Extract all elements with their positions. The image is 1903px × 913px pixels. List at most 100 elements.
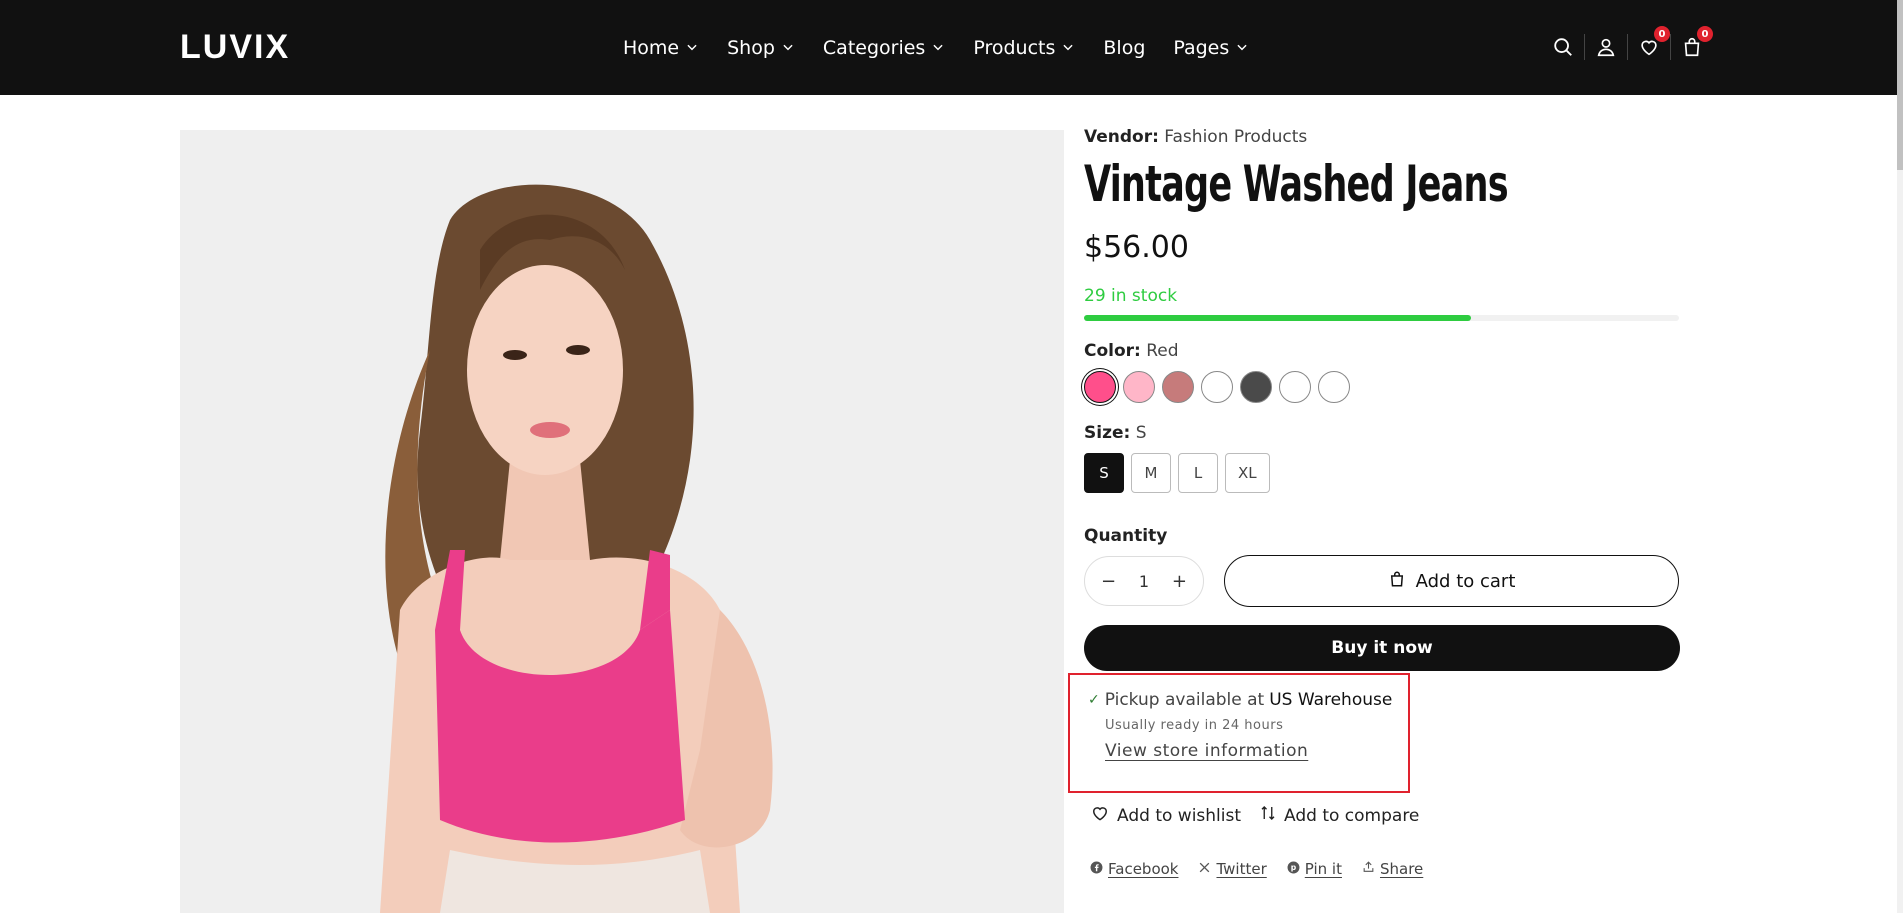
- color-swatch[interactable]: [1201, 371, 1233, 403]
- quantity-label: Quantity: [1084, 526, 1168, 546]
- product-title: Vintage Washed Jeans: [1084, 155, 1509, 213]
- color-label: Color:: [1084, 341, 1141, 361]
- cart-count-badge: 0: [1697, 26, 1713, 42]
- share-facebook-link[interactable]: Facebook: [1090, 860, 1178, 878]
- x-twitter-icon: [1198, 860, 1211, 878]
- add-to-compare-button[interactable]: Add to compare: [1259, 803, 1419, 828]
- color-value: Red: [1146, 341, 1179, 361]
- purchase-row: − 1 + Add to cart: [1084, 555, 1684, 607]
- share-link[interactable]: Share: [1362, 860, 1423, 878]
- nav-item-label: Categories: [822, 37, 926, 59]
- nav-item-label: Pages: [1173, 37, 1230, 59]
- product-actions: Add to wishlist Add to compare: [1090, 803, 1419, 828]
- product-details: Vendor: Fashion Products Vintage Washed …: [1068, 125, 1684, 878]
- size-option-l[interactable]: L: [1178, 453, 1218, 493]
- chevron-down-icon: [925, 35, 945, 61]
- site-header: LUVIX Home Shop Categories Products Blog Page…: [0, 0, 1897, 95]
- account-icon[interactable]: [1593, 34, 1619, 60]
- svg-text:p: p: [1291, 863, 1297, 872]
- nav-item-home[interactable]: Home: [623, 35, 699, 61]
- header-icons: 0 0: [1550, 26, 1713, 60]
- color-swatch[interactable]: [1240, 371, 1272, 403]
- compare-arrows-icon: [1259, 803, 1277, 828]
- twitter-label: Twitter: [1216, 860, 1267, 878]
- header-divider: [1670, 34, 1671, 60]
- check-icon: ✓: [1088, 692, 1100, 708]
- cart-icon[interactable]: 0: [1679, 26, 1713, 60]
- quantity-increase-button[interactable]: +: [1172, 571, 1187, 592]
- chevron-down-icon: [679, 35, 699, 61]
- pickup-availability: ✓ Pickup available at US Warehouse Usual…: [1068, 673, 1410, 793]
- pickup-prefix: Pickup available at: [1104, 690, 1265, 710]
- nav-item-pages[interactable]: Pages: [1173, 35, 1249, 61]
- quantity-stepper: − 1 +: [1084, 556, 1204, 606]
- quantity-value[interactable]: 1: [1139, 572, 1149, 591]
- bag-icon: [1388, 569, 1406, 594]
- product-price: $56.00: [1084, 230, 1189, 265]
- stock-status: 29 in stock: [1084, 286, 1178, 306]
- color-swatch[interactable]: [1318, 371, 1350, 403]
- nav-item-blog[interactable]: Blog: [1103, 35, 1145, 61]
- add-to-compare-label: Add to compare: [1284, 805, 1420, 826]
- size-label-row: Size: S: [1084, 421, 1684, 445]
- stock-progress-fill: [1084, 315, 1471, 321]
- size-option-m[interactable]: M: [1131, 453, 1171, 493]
- pickup-location: US Warehouse: [1269, 690, 1393, 710]
- header-divider: [1627, 34, 1628, 60]
- add-to-cart-button[interactable]: Add to cart: [1224, 555, 1679, 607]
- pinterest-icon: p: [1287, 860, 1300, 878]
- color-swatch[interactable]: [1162, 371, 1194, 403]
- nav-item-shop[interactable]: Shop: [727, 35, 795, 61]
- vendor-line: Vendor: Fashion Products: [1084, 125, 1684, 149]
- nav-item-label: Blog: [1103, 37, 1146, 59]
- product-photo: [180, 130, 1064, 913]
- chevron-down-icon: [775, 35, 795, 61]
- buy-now-button[interactable]: Buy it now: [1084, 625, 1680, 671]
- view-store-information-link[interactable]: View store information: [1105, 741, 1308, 761]
- pin-it-label: Pin it: [1304, 860, 1342, 878]
- color-swatch[interactable]: [1279, 371, 1311, 403]
- color-swatch[interactable]: [1123, 371, 1155, 403]
- add-to-cart-label: Add to cart: [1415, 570, 1516, 592]
- nav-item-categories[interactable]: Categories: [823, 35, 945, 61]
- pickup-ready-time: Usually ready in 24 hours: [1105, 718, 1284, 733]
- header-divider: [1584, 34, 1585, 60]
- vendor-name: Fashion Products: [1164, 127, 1308, 147]
- page-scrollbar[interactable]: [1897, 0, 1903, 913]
- stock-progress-bar: [1084, 315, 1679, 321]
- product-image[interactable]: [180, 130, 1064, 913]
- quantity-decrease-button[interactable]: −: [1101, 571, 1116, 592]
- pickup-line: ✓ Pickup available at US Warehouse: [1088, 689, 1408, 711]
- size-value: S: [1135, 423, 1147, 443]
- chevron-down-icon: [1229, 35, 1249, 61]
- search-icon[interactable]: [1550, 34, 1576, 60]
- scrollbar-thumb[interactable]: [1897, 0, 1903, 170]
- share-links: Facebook Twitter p Pin it Share: [1090, 860, 1423, 878]
- heart-icon: [1090, 803, 1110, 828]
- share-label: Share: [1379, 860, 1424, 878]
- add-to-wishlist-button[interactable]: Add to wishlist: [1090, 803, 1241, 828]
- wishlist-icon[interactable]: 0: [1636, 26, 1670, 60]
- share-pinterest-link[interactable]: p Pin it: [1287, 860, 1342, 878]
- nav-item-label: Shop: [727, 37, 775, 59]
- size-label: Size:: [1084, 423, 1131, 443]
- size-options: S M L XL: [1084, 453, 1684, 493]
- wishlist-count-badge: 0: [1654, 26, 1670, 42]
- vendor-label: Vendor:: [1084, 127, 1159, 147]
- size-option-s[interactable]: S: [1084, 453, 1124, 493]
- share-upload-icon: [1362, 860, 1375, 878]
- main-nav: Home Shop Categories Products Blog Pages: [623, 35, 1277, 61]
- nav-item-label: Products: [973, 37, 1056, 59]
- facebook-label: Facebook: [1108, 860, 1179, 878]
- nav-item-label: Home: [623, 37, 680, 59]
- chevron-down-icon: [1055, 35, 1075, 61]
- color-label-row: Color: Red: [1084, 339, 1684, 363]
- share-twitter-link[interactable]: Twitter: [1198, 860, 1267, 878]
- facebook-icon: [1090, 860, 1103, 878]
- color-swatch[interactable]: [1084, 371, 1116, 403]
- nav-item-products[interactable]: Products: [973, 35, 1075, 61]
- site-logo[interactable]: LUVIX: [180, 30, 290, 64]
- add-to-wishlist-label: Add to wishlist: [1117, 805, 1242, 826]
- size-option-xl[interactable]: XL: [1225, 453, 1270, 493]
- color-swatches: [1084, 371, 1684, 403]
